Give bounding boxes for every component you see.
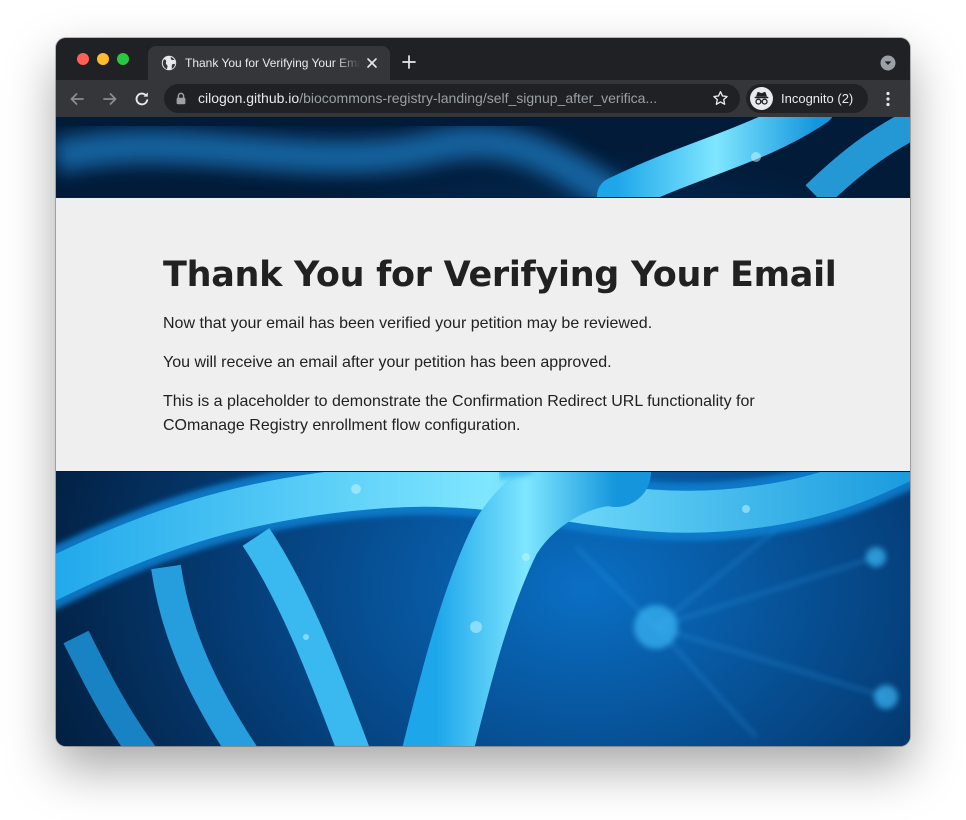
url-host: cilogon.github.io xyxy=(198,90,300,106)
reload-icon[interactable] xyxy=(133,90,151,108)
close-icon[interactable] xyxy=(366,57,378,69)
incognito-label: Incognito (2) xyxy=(781,91,854,106)
address-bar[interactable]: cilogon.github.io/biocommons-registry-la… xyxy=(164,84,740,113)
arrow-back-icon[interactable] xyxy=(68,90,86,108)
incognito-icon xyxy=(750,87,773,110)
chevron-down-icon[interactable] xyxy=(880,55,896,71)
url-text[interactable]: cilogon.github.io/biocommons-registry-la… xyxy=(198,90,708,107)
globe-icon xyxy=(161,55,177,71)
tab-title: Thank You for Verifying Your Email xyxy=(185,56,361,70)
web-page: Thank You for Verifying Your Email Now t… xyxy=(56,117,910,746)
content-panel: Thank You for Verifying Your Email Now t… xyxy=(56,197,910,472)
lock-icon[interactable] xyxy=(175,92,187,105)
tab-active[interactable]: Thank You for Verifying Your Email xyxy=(148,46,390,80)
browser-toolbar: cilogon.github.io/biocommons-registry-la… xyxy=(56,80,910,117)
paragraph-verified: Now that your email has been verified yo… xyxy=(163,315,653,332)
incognito-button[interactable]: Incognito (2) xyxy=(746,84,868,113)
window-zoom-button[interactable] xyxy=(117,53,129,65)
paragraph-approval: You will receive an email after your pet… xyxy=(163,354,612,371)
plus-icon[interactable] xyxy=(402,55,416,69)
window-close-button[interactable] xyxy=(77,53,89,65)
paragraph-placeholder: This is a placeholder to demonstrate the… xyxy=(163,393,755,434)
star-icon[interactable] xyxy=(712,90,729,107)
page-title: Thank You for Verifying Your Email xyxy=(163,255,837,295)
window-minimize-button[interactable] xyxy=(97,53,109,65)
url-path: /biocommons-registry-landing/self_signup… xyxy=(299,90,658,106)
tab-strip: Thank You for Verifying Your Email xyxy=(56,38,910,80)
arrow-forward-icon[interactable] xyxy=(101,90,119,108)
browser-window: Thank You for Verifying Your Email cilog… xyxy=(56,38,910,746)
kebab-menu-icon[interactable] xyxy=(882,90,894,108)
